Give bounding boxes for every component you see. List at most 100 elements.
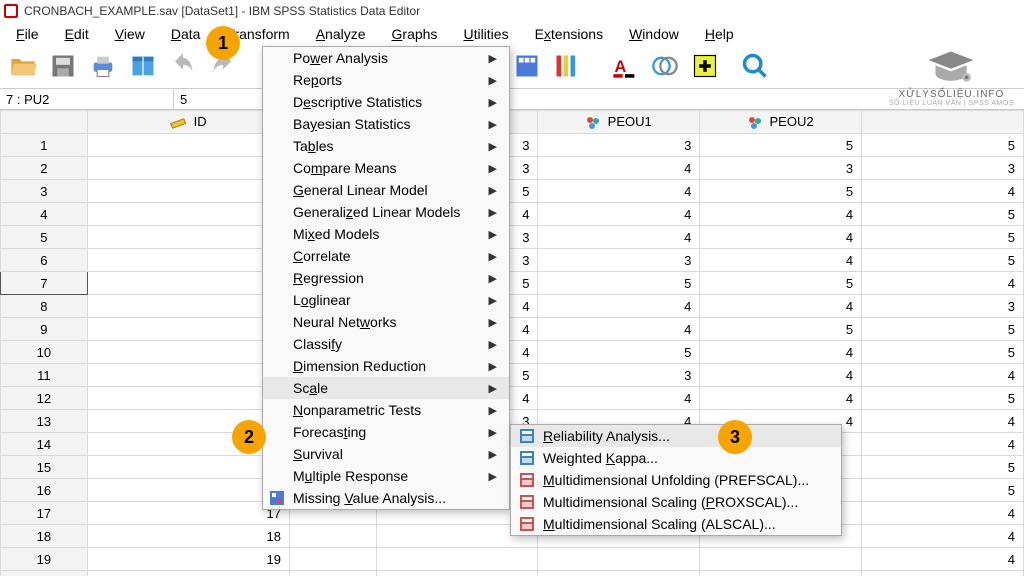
menu-item-survival[interactable]: Survival▶ [263,443,509,465]
submenu-item-reliability-analysis-[interactable]: Reliability Analysis... [511,425,841,447]
table-row[interactable]: 223433 [1,157,1024,180]
cell-extra[interactable]: 3 [862,157,1024,180]
cell-id[interactable]: 11 [87,364,289,387]
row-number[interactable]: 15 [1,456,88,479]
cell-peou1[interactable]: 3 [538,364,700,387]
menu-edit[interactable]: Edit [53,24,101,44]
menu-item-generalized-linear-models[interactable]: Generalized Linear Models▶ [263,201,509,223]
cell-id[interactable]: 3 [87,180,289,203]
table-row[interactable]: 12124445 [1,387,1024,410]
cell-extra[interactable]: 5 [862,249,1024,272]
table-row[interactable]: 884443 [1,295,1024,318]
menu-window[interactable]: Window [617,24,691,44]
col-peou1[interactable]: PEOU1 [538,111,700,134]
venn-icon[interactable] [648,49,682,83]
row-number[interactable]: 9 [1,318,88,341]
cell-extra[interactable]: 4 [862,433,1024,456]
cell-id[interactable]: 6 [87,249,289,272]
cell-blank[interactable] [289,525,376,548]
table-row[interactable]: 444445 [1,203,1024,226]
cell-peou1[interactable]: 4 [538,318,700,341]
cell-extra[interactable]: 4 [862,548,1024,571]
cell-extra[interactable]: 4 [862,272,1024,295]
row-number[interactable]: 2 [1,157,88,180]
cell-id[interactable]: 1 [87,134,289,157]
cell-peou1[interactable]: 3 [538,249,700,272]
row-number[interactable]: 6 [1,249,88,272]
cell-peou1[interactable]: 4 [538,295,700,318]
table-row[interactable]: 10104545 [1,341,1024,364]
cell-extra[interactable]: 5 [862,387,1024,410]
row-number[interactable]: 20 [1,571,88,576]
table-row[interactable]: 1919 4 [1,548,1024,571]
menu-item-missing-value-analysis-[interactable]: Missing Value Analysis... [263,487,509,509]
cell-extra[interactable]: 4 [862,180,1024,203]
menu-utilities[interactable]: Utilities [451,24,520,44]
table-row[interactable]: 11115344 [1,364,1024,387]
row-number[interactable]: 18 [1,525,88,548]
menu-file[interactable]: File [4,24,51,44]
cell-id[interactable]: 7 [87,272,289,295]
menu-item-regression[interactable]: Regression▶ [263,267,509,289]
cell-id[interactable]: 19 [87,548,289,571]
submenu-item-multidimensional-unfolding-prefscal-[interactable]: Multidimensional Unfolding (PREFSCAL)... [511,469,841,491]
cell-id[interactable]: 18 [87,525,289,548]
cell-extra[interactable]: 5 [862,226,1024,249]
cell-id[interactable]: 8 [87,295,289,318]
cell-peou2[interactable]: 5 [700,134,862,157]
row-number[interactable]: 17 [1,502,88,525]
font-icon[interactable]: A [608,49,642,83]
cell-id[interactable]: 4 [87,203,289,226]
row-number[interactable]: 14 [1,433,88,456]
row-number[interactable]: 10 [1,341,88,364]
row-number[interactable]: 16 [1,479,88,502]
cell-peou2[interactable] [700,548,862,571]
table-row[interactable]: 663345 [1,249,1024,272]
cell-peou2[interactable]: 4 [700,364,862,387]
cell-id[interactable]: 9 [87,318,289,341]
cell-peou1[interactable]: 4 [538,203,700,226]
cell-peou2[interactable]: 4 [700,295,862,318]
table-row[interactable]: 20204 [1,571,1024,576]
menu-data[interactable]: Data [159,24,213,44]
menu-help[interactable]: Help [693,24,746,44]
cell-blank[interactable] [289,548,376,571]
cell-peou2[interactable]: 5 [700,318,862,341]
menu-extensions[interactable]: Extensions [523,24,616,44]
menu-item-nonparametric-tests[interactable]: Nonparametric Tests▶ [263,399,509,421]
menu-item-tables[interactable]: Tables▶ [263,135,509,157]
cell-id[interactable]: 17 [87,502,289,525]
cell-peou2[interactable]: 4 [700,203,862,226]
menu-item-neural-networks[interactable]: Neural Networks▶ [263,311,509,333]
print-icon[interactable] [86,49,120,83]
row-number[interactable]: 7 [1,272,88,295]
cell-peou1[interactable] [538,548,700,571]
cell-id[interactable]: 15 [87,456,289,479]
cell-peou2[interactable]: 5 [700,272,862,295]
menu-view[interactable]: View [103,24,157,44]
row-number[interactable]: 19 [1,548,88,571]
menu-item-power-analysis[interactable]: Power Analysis▶ [263,47,509,69]
cell-id[interactable]: 10 [87,341,289,364]
menu-analyze[interactable]: Analyze [304,24,378,44]
cell-id[interactable]: 20 [87,571,289,576]
cell-peou1[interactable]: 4 [538,157,700,180]
submenu-item-multidimensional-scaling-proxscal-[interactable]: Multidimensional Scaling (PROXSCAL)... [511,491,841,513]
menu-item-scale[interactable]: Scale▶ [263,377,509,399]
cell-extra[interactable]: 5 [862,318,1024,341]
cell-extra[interactable]: 5 [862,203,1024,226]
cell-peou2[interactable]: 3 [700,157,862,180]
cell-extra[interactable]: 4 [862,364,1024,387]
cell-peou1[interactable]: 5 [538,341,700,364]
cell-extra[interactable]: 3 [862,295,1024,318]
open-icon[interactable] [6,49,40,83]
cell-id[interactable]: 2 [87,157,289,180]
table-row[interactable]: 113355 [1,134,1024,157]
save-icon[interactable] [46,49,80,83]
row-number[interactable]: 13 [1,410,88,433]
cell-peou1[interactable]: 4 [538,387,700,410]
cell-peou1[interactable]: 3 [538,134,700,157]
menu-item-classify[interactable]: Classify▶ [263,333,509,355]
cell-pu4[interactable] [376,571,538,576]
scale-submenu[interactable]: Reliability Analysis...Weighted Kappa...… [510,424,842,536]
